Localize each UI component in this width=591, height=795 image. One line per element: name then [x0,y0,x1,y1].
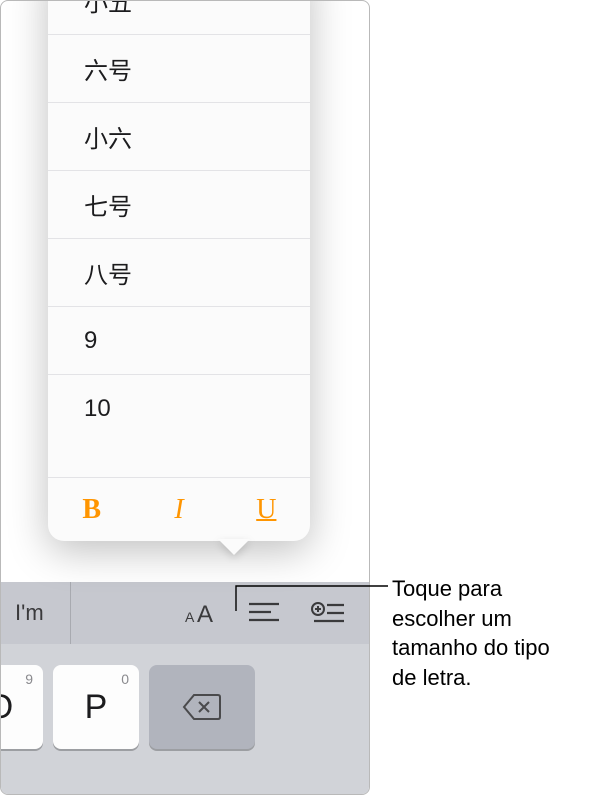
key-alt-label: 9 [25,671,33,687]
key-main-label: O [0,688,13,727]
font-size-icon: A A [182,598,218,628]
font-size-option-label: 八号 [84,255,132,290]
key-alt-label: 0 [121,671,129,687]
predictive-word-label: I'm [15,600,44,626]
svg-text:A: A [197,601,213,628]
font-size-option[interactable]: 小五 [48,0,310,35]
text-style-bar: B I U [48,477,310,541]
keyboard-row: 9 O 0 P [1,655,369,749]
font-size-option[interactable]: 八号 [48,239,310,307]
insert-icon [312,601,344,625]
bold-label: B [82,494,101,526]
italic-button[interactable]: I [135,478,222,541]
font-size-option-label: 六号 [84,51,132,86]
screenshot-panel: I'm A A [0,0,370,795]
key-delete[interactable] [149,665,255,749]
alignment-button[interactable] [247,596,281,630]
font-size-option-label: 小五 [84,0,132,18]
alignment-icon [249,601,279,625]
key-p[interactable]: 0 P [53,665,139,749]
font-size-option[interactable]: 六号 [48,35,310,103]
font-size-option-label: 七号 [84,187,132,222]
font-size-option[interactable]: 9 [48,307,310,375]
font-size-option[interactable]: 10 [48,375,310,443]
font-size-list[interactable]: 小五六号小六七号八号 9 10 [48,0,310,477]
font-size-option[interactable]: 小六 [48,103,310,171]
format-bar: I'm A A [1,582,369,644]
font-size-option-label: 10 [84,395,111,423]
key-o[interactable]: 9 O [0,665,43,749]
key-main-label: P [85,688,108,727]
underline-button[interactable]: U [223,478,310,541]
font-size-option-label: 9 [84,327,97,355]
svg-text:A: A [185,609,195,625]
font-size-option-label: 小六 [84,119,132,154]
font-size-option[interactable]: 七号 [48,171,310,239]
predictive-word[interactable]: I'm [1,582,71,644]
italic-label: I [174,494,183,526]
underline-label: U [256,494,276,526]
callout-text: Toque para escolher um tamanho do tipo d… [392,574,580,693]
font-size-button[interactable]: A A [183,596,217,630]
font-size-popover: 小五六号小六七号八号 9 10 B I U [48,0,310,541]
bold-button[interactable]: B [48,478,135,541]
delete-icon [182,692,222,722]
insert-button[interactable] [311,596,345,630]
